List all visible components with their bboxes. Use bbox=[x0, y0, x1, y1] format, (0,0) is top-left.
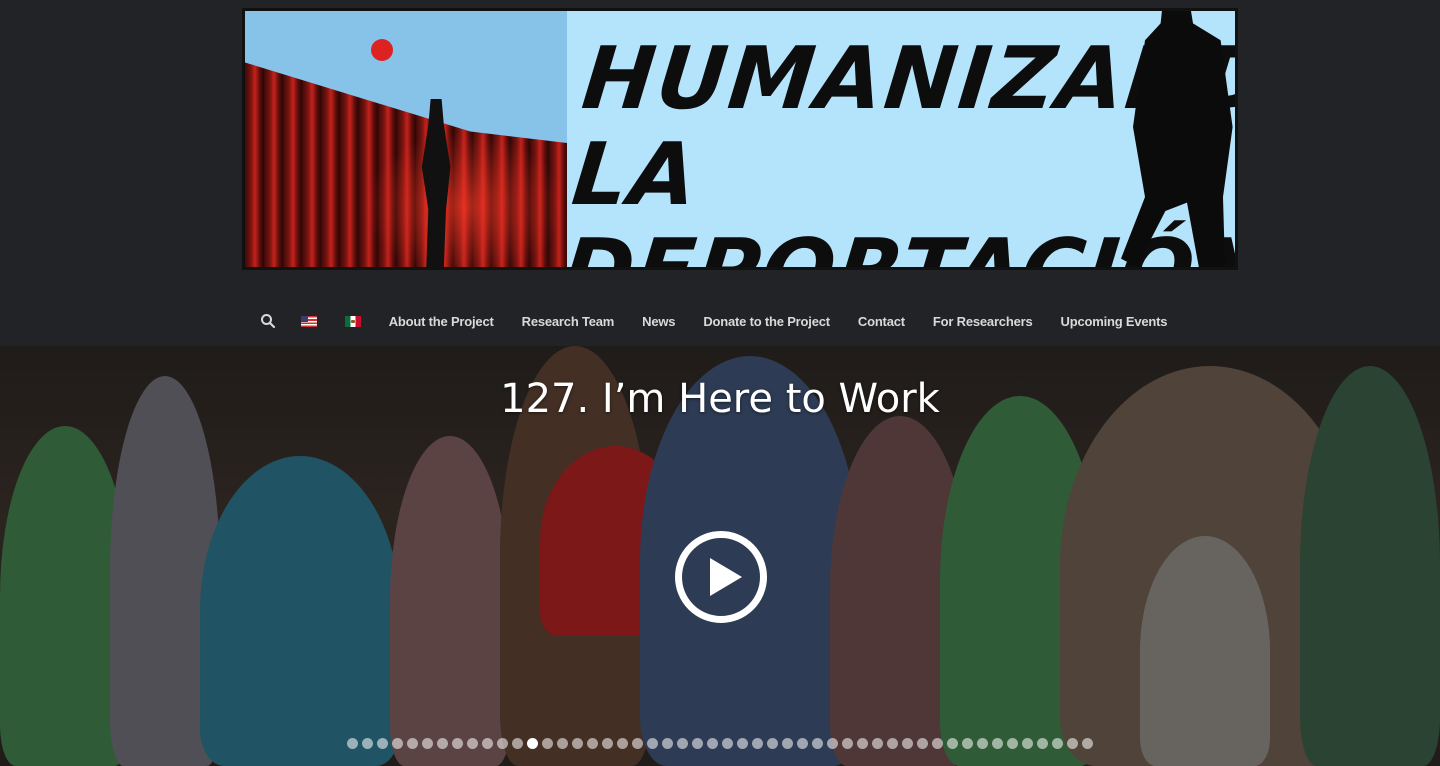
slider-dot[interactable] bbox=[902, 738, 913, 749]
slider-dot[interactable] bbox=[557, 738, 568, 749]
slider-dot[interactable] bbox=[497, 738, 508, 749]
nav-item-upcoming-events[interactable]: Upcoming Events bbox=[1047, 314, 1182, 329]
slider-dot[interactable] bbox=[482, 738, 493, 749]
nav-item-donate[interactable]: Donate to the Project bbox=[689, 314, 844, 329]
slider-dot[interactable] bbox=[887, 738, 898, 749]
nav-item-for-researchers[interactable]: For Researchers bbox=[919, 314, 1047, 329]
slider-dot[interactable] bbox=[842, 738, 853, 749]
slider-dot[interactable] bbox=[677, 738, 688, 749]
slider-dot[interactable] bbox=[407, 738, 418, 749]
play-button[interactable] bbox=[675, 531, 767, 623]
slider-dot[interactable] bbox=[857, 738, 868, 749]
slider-dot[interactable] bbox=[617, 738, 628, 749]
hero-slider: 127. I’m Here to Work bbox=[0, 346, 1440, 766]
slider-dot[interactable] bbox=[392, 738, 403, 749]
page: Humanizando La Deportación About the Pro… bbox=[0, 0, 1440, 766]
slider-dot[interactable] bbox=[632, 738, 643, 749]
banner-painting bbox=[245, 11, 567, 267]
banner-title: Humanizando La Deportación bbox=[558, 29, 1238, 267]
slider-dot[interactable] bbox=[947, 738, 958, 749]
slider-dot[interactable] bbox=[977, 738, 988, 749]
nav-item-contact[interactable]: Contact bbox=[844, 314, 919, 329]
slider-dot[interactable] bbox=[782, 738, 793, 749]
slider-dot[interactable] bbox=[542, 738, 553, 749]
slider-dot[interactable] bbox=[1067, 738, 1078, 749]
slider-dot[interactable] bbox=[377, 738, 388, 749]
slider-dot[interactable] bbox=[512, 738, 523, 749]
slider-dot[interactable] bbox=[437, 738, 448, 749]
banner-title-line2: La Deportación bbox=[558, 125, 1235, 267]
slider-dot[interactable] bbox=[737, 738, 748, 749]
slider-dot[interactable] bbox=[932, 738, 943, 749]
slider-dot[interactable] bbox=[647, 738, 658, 749]
play-icon bbox=[710, 558, 742, 596]
slider-dot[interactable] bbox=[572, 738, 583, 749]
slider-dot[interactable] bbox=[722, 738, 733, 749]
banner-title-line1: Humanizando bbox=[577, 29, 1238, 129]
slider-dot[interactable] bbox=[452, 738, 463, 749]
slider-dot[interactable] bbox=[602, 738, 613, 749]
nav-item-news[interactable]: News bbox=[628, 314, 689, 329]
slider-dot[interactable] bbox=[362, 738, 373, 749]
slider-dot[interactable] bbox=[707, 738, 718, 749]
slider-dot[interactable] bbox=[1022, 738, 1033, 749]
nav-item-research-team[interactable]: Research Team bbox=[508, 314, 629, 329]
slider-dot[interactable] bbox=[527, 738, 538, 749]
slider-dot[interactable] bbox=[1007, 738, 1018, 749]
slider-dot[interactable] bbox=[692, 738, 703, 749]
slider-dot[interactable] bbox=[992, 738, 1003, 749]
slider-dot[interactable] bbox=[467, 738, 478, 749]
slider-dot[interactable] bbox=[827, 738, 838, 749]
heart-shape bbox=[371, 39, 393, 61]
slider-dot[interactable] bbox=[872, 738, 883, 749]
slider-dot[interactable] bbox=[347, 738, 358, 749]
slider-dot[interactable] bbox=[1037, 738, 1048, 749]
slider-dot[interactable] bbox=[917, 738, 928, 749]
search-icon[interactable] bbox=[259, 312, 277, 330]
slider-dot[interactable] bbox=[962, 738, 973, 749]
site-banner-logo[interactable]: Humanizando La Deportación bbox=[242, 8, 1238, 270]
mexico-flag-icon[interactable] bbox=[344, 315, 361, 327]
slider-pagination bbox=[0, 738, 1440, 749]
slider-dot[interactable] bbox=[1082, 738, 1093, 749]
slider-dot[interactable] bbox=[1052, 738, 1063, 749]
us-flag-icon[interactable] bbox=[300, 315, 317, 327]
slider-dot[interactable] bbox=[662, 738, 673, 749]
slider-dot[interactable] bbox=[422, 738, 433, 749]
slide-title[interactable]: 127. I’m Here to Work bbox=[0, 376, 1440, 422]
slider-dot[interactable] bbox=[587, 738, 598, 749]
slider-dot[interactable] bbox=[752, 738, 763, 749]
slider-dot[interactable] bbox=[797, 738, 808, 749]
slider-dot[interactable] bbox=[812, 738, 823, 749]
nav-item-about[interactable]: About the Project bbox=[375, 314, 508, 329]
slider-dot[interactable] bbox=[767, 738, 778, 749]
main-navigation: About the Project Research Team News Don… bbox=[0, 306, 1440, 336]
